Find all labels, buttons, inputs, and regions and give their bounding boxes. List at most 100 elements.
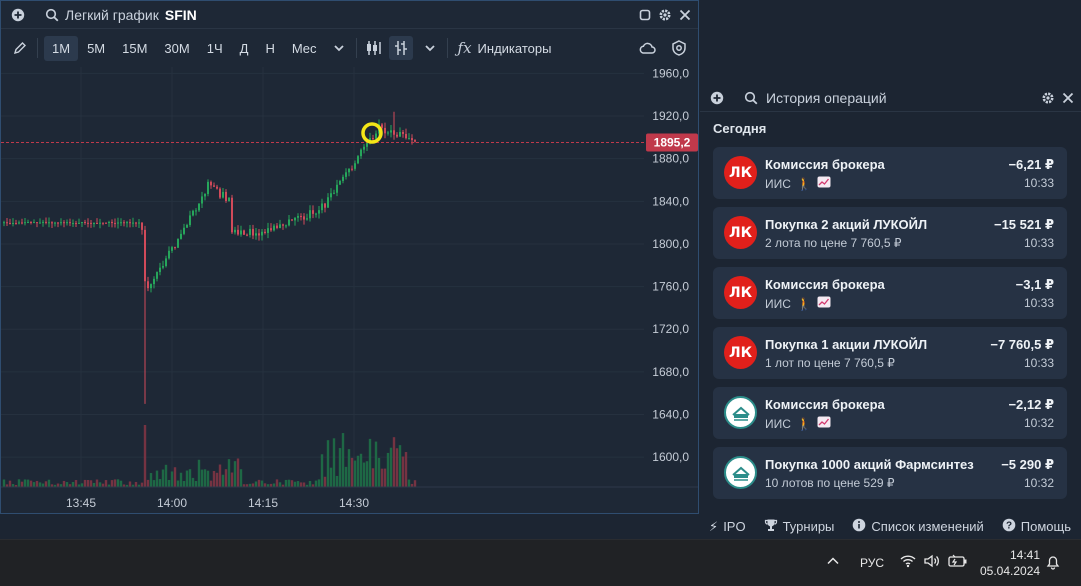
operation-item[interactable]: Покупка 1000 акций Фармсинтез 10 лотов по… [713, 447, 1067, 499]
volume-bar [239, 469, 243, 487]
settings-gear-icon[interactable] [1039, 89, 1057, 107]
changelog-link[interactable]: Список изменений [852, 518, 984, 535]
candle-body [333, 192, 335, 194]
clock-time[interactable]: 14:41 [1010, 548, 1040, 562]
candle-body [195, 210, 197, 212]
volume-bar [374, 441, 378, 487]
y-tick-label: 1760,0 [652, 280, 689, 294]
candle-body [285, 225, 287, 227]
timeframe-day[interactable]: Д [232, 36, 257, 61]
pencil-icon[interactable] [11, 39, 29, 57]
candle-body [162, 266, 164, 268]
operation-details: ИИС 🚶 [765, 176, 831, 191]
volume-bar [32, 482, 36, 487]
volume-bar [197, 459, 201, 487]
help-link[interactable]: ? Помощь [1002, 518, 1071, 535]
function-icon[interactable]: ƒx [456, 39, 474, 57]
candle-body [255, 233, 257, 236]
candle-body [51, 222, 53, 224]
candle-body [342, 176, 344, 182]
volume-bar [233, 461, 237, 487]
operation-name: Покупка 2 акций ЛУКОЙЛ [765, 217, 928, 232]
volume-bar [134, 481, 138, 487]
cloud-icon[interactable] [638, 39, 656, 57]
clock-date[interactable]: 05.04.2024 [980, 564, 1040, 578]
ipo-link[interactable]: ⚡ IPO [709, 519, 746, 535]
close-icon[interactable] [676, 6, 694, 24]
operation-item[interactable]: ЛК Покупка 1 акции ЛУКОЙЛ 1 лот по цене 7 … [713, 327, 1067, 379]
volume-bar [65, 482, 69, 487]
volume-bar [119, 480, 123, 487]
maximize-icon[interactable] [636, 6, 654, 24]
operation-item[interactable]: Комиссия брокера ИИС 🚶 −2,12 ₽ 10:32 [713, 387, 1067, 439]
candles-chart-icon[interactable] [388, 36, 413, 60]
chart-ticker[interactable]: SFIN [165, 7, 197, 23]
price-chart[interactable]: 1960,0 1920,0 1880,0 1840,0 1800,0 1760,0 1720… [1, 67, 698, 513]
timeframe-month[interactable]: Мес [284, 36, 325, 61]
candle-body [273, 225, 275, 231]
timeframe-1m[interactable]: 1М [44, 35, 79, 61]
operation-item[interactable]: ЛК Покупка 2 акций ЛУКОЙЛ 2 лота по цене 7… [713, 207, 1067, 259]
candle-body [234, 229, 236, 233]
settings-gear-icon[interactable] [656, 6, 674, 24]
volume-icon[interactable] [924, 554, 940, 571]
volume-bar [218, 464, 222, 487]
tournaments-link[interactable]: Турниры [764, 518, 834, 535]
chart-window: Легкий график SFIN 1М 5М 15М 30М 1Ч Д Н … [0, 0, 699, 514]
candle-body [171, 247, 173, 251]
volume-bar [344, 466, 348, 487]
volume-bar [293, 481, 297, 487]
candle-body [66, 222, 68, 224]
candle-body [300, 216, 302, 218]
candle-body [201, 196, 203, 204]
lukoil-logo-icon: ЛК [724, 156, 757, 189]
bars-chart-icon[interactable] [365, 39, 383, 57]
notifications-bell-icon[interactable] [1046, 554, 1060, 573]
close-icon[interactable] [1059, 89, 1077, 107]
operation-item[interactable]: ЛК Комиссия брокера ИИС 🚶 −3,1 ₽ 10:33 [713, 267, 1067, 319]
volume-bar [23, 479, 27, 487]
volume-bar [275, 479, 279, 487]
chart-title[interactable]: Легкий график [65, 7, 159, 23]
settings-shield-icon[interactable] [670, 39, 688, 57]
timeframe-15m[interactable]: 15М [114, 36, 155, 61]
volume-bar [401, 456, 405, 487]
candle-body [324, 203, 326, 208]
battery-icon[interactable] [948, 554, 968, 571]
chevron-up-icon[interactable] [826, 554, 840, 571]
volume-bar [413, 480, 417, 487]
trophy-icon [764, 518, 778, 535]
candle-body [396, 134, 398, 137]
timeframe-1h[interactable]: 1Ч [199, 36, 231, 61]
add-icon[interactable] [708, 89, 726, 107]
last-price-value: 1895,2 [654, 135, 691, 149]
changelog-label: Список изменений [871, 519, 984, 534]
volume-bar [308, 480, 312, 487]
indicators-button[interactable]: Индикаторы [478, 41, 552, 56]
add-icon[interactable] [9, 6, 27, 24]
ops-title: История операций [766, 89, 887, 106]
candle-body [99, 222, 101, 224]
candle-body [132, 222, 134, 224]
search-icon[interactable] [742, 89, 760, 107]
chevron-down-icon[interactable] [330, 39, 348, 57]
candle-body [231, 197, 233, 233]
candle-body [81, 221, 83, 223]
language-indicator[interactable]: РУС [860, 556, 884, 570]
timeframe-week[interactable]: Н [257, 36, 282, 61]
operation-item[interactable]: ЛК Комиссия брокера ИИС 🚶 −6,21 ₽ 10:33 [713, 147, 1067, 199]
volume-bar [368, 438, 372, 487]
timeframe-30m[interactable]: 30М [156, 36, 197, 61]
y-tick-label: 1640,0 [652, 408, 689, 422]
candle-body [207, 181, 209, 194]
volume-bar [320, 454, 324, 487]
timeframe-5m[interactable]: 5М [79, 36, 113, 61]
person-icon: 🚶 [796, 417, 812, 431]
volume-bar [95, 479, 99, 487]
chevron-down-icon[interactable] [421, 39, 439, 57]
search-icon[interactable] [43, 6, 61, 24]
wifi-icon[interactable] [900, 554, 916, 571]
candle-body [54, 222, 56, 224]
volume-bar [323, 476, 327, 487]
candle-body [60, 222, 62, 224]
